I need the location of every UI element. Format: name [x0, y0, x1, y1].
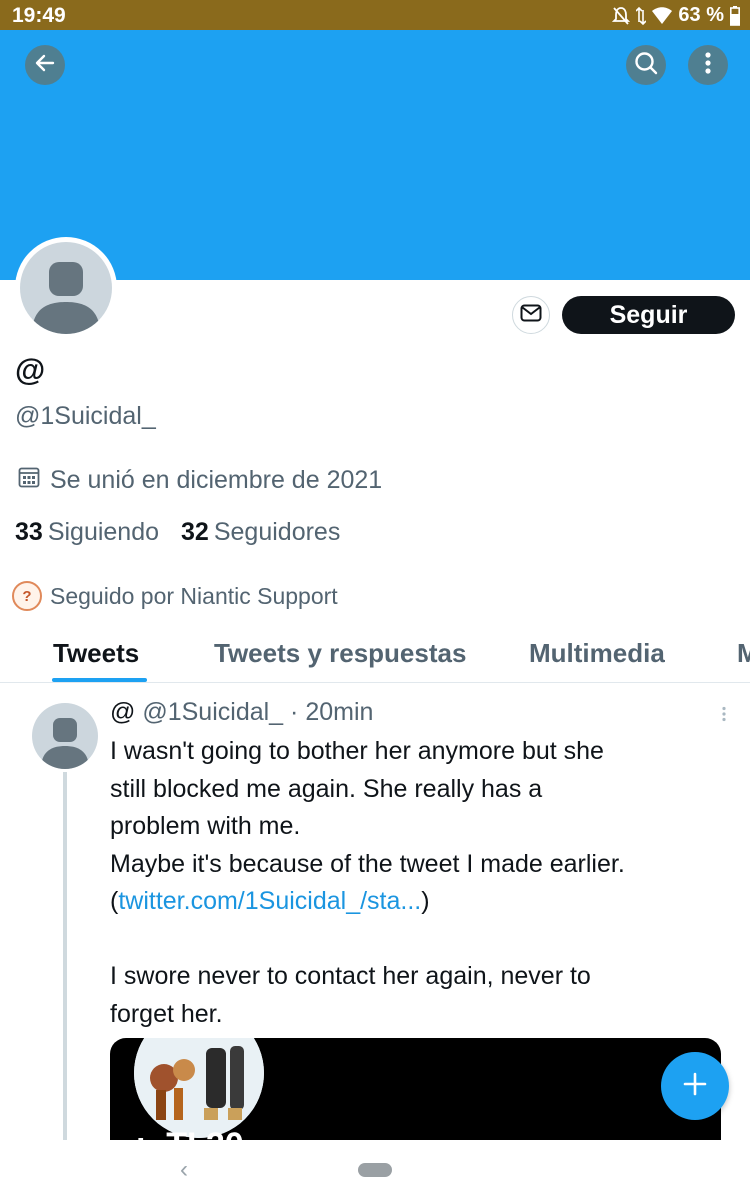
- tweet-time: 20min: [305, 698, 374, 726]
- default-avatar-icon: [41, 718, 89, 769]
- tweet-link-line: (twitter.com/1Suicidal_/sta...): [110, 883, 730, 921]
- system-nav-bar: ‹: [0, 1140, 750, 1200]
- tweet-separator: ·: [290, 698, 299, 726]
- tweet-link[interactable]: twitter.com/1Suicidal_/sta...: [118, 887, 421, 915]
- followed-by-text: Seguido por Niantic Support: [50, 582, 338, 609]
- compose-tweet-button[interactable]: [661, 1052, 729, 1120]
- followers-label: Seguidores: [213, 518, 341, 546]
- media-caption: ı· TI 20: [136, 1126, 244, 1140]
- battery-text: 63 %: [678, 4, 724, 26]
- message-button[interactable]: [512, 296, 550, 334]
- status-bar: 19:49 63 %: [0, 0, 750, 30]
- followers-count: 32: [181, 518, 209, 546]
- nav-back-button[interactable]: ‹: [180, 1156, 188, 1184]
- media-thumbnail-image: [134, 1038, 264, 1138]
- plus-icon: [682, 1071, 708, 1102]
- tab-tweets-replies[interactable]: Tweets y respuestas: [214, 638, 466, 669]
- status-icons: 63 %: [612, 4, 740, 27]
- status-time: 19:49: [12, 4, 66, 27]
- thread-line: [63, 772, 67, 1140]
- tweet-author[interactable]: @: [110, 698, 135, 726]
- more-vertical-icon: [721, 706, 727, 726]
- following-link[interactable]: 33 Siguiendo: [15, 518, 159, 547]
- followers-link[interactable]: 32 Seguidores: [181, 518, 340, 547]
- wifi-icon: [652, 6, 673, 25]
- profile-handle: @1Suicidal_: [15, 402, 156, 430]
- follower-avatar: ?: [12, 581, 42, 611]
- data-arrows-icon: [636, 6, 647, 26]
- follow-counts: 33 Siguiendo 32 Seguidores: [15, 518, 340, 547]
- tweet-text: I wasn't going to bother her anymore but…: [110, 733, 730, 1033]
- default-avatar-icon: [20, 242, 112, 334]
- more-vertical-icon: [704, 51, 712, 80]
- envelope-icon: [520, 304, 542, 327]
- tweet-avatar[interactable]: [32, 703, 98, 769]
- follow-button[interactable]: Seguir: [562, 296, 735, 334]
- profile-avatar[interactable]: [15, 237, 117, 339]
- calendar-icon: [18, 466, 40, 495]
- link-paren-close: ): [421, 887, 430, 915]
- tweet-line: I swore never to contact her again, neve…: [110, 962, 591, 990]
- battery-icon: [730, 5, 740, 26]
- following-count: 33: [15, 518, 43, 546]
- tweet-line: still blocked me again. She really has a: [110, 774, 543, 803]
- tweet-line: I wasn't going to bother her anymore but…: [110, 737, 604, 765]
- tab-tweets[interactable]: Tweets: [53, 638, 139, 669]
- tweet-menu-button[interactable]: [721, 706, 727, 727]
- tweet-line: Maybe it's because of the tweet I made e…: [110, 849, 625, 878]
- back-button[interactable]: [25, 45, 65, 85]
- display-name: @: [15, 352, 46, 387]
- followed-by[interactable]: ? Seguido por Niantic Support: [12, 581, 338, 611]
- tweet-media[interactable]: ı· TI 20: [110, 1038, 721, 1140]
- tab-media[interactable]: Multimedia: [529, 638, 665, 669]
- tweet-line: problem with me.: [110, 812, 301, 840]
- search-button[interactable]: [626, 45, 666, 85]
- tweet-header: @ @1Suicidal_ · 20min: [110, 698, 373, 727]
- nav-home-pill[interactable]: [358, 1163, 392, 1177]
- more-options-button[interactable]: [688, 45, 728, 85]
- join-date: Se unió en diciembre de 2021: [18, 466, 382, 495]
- following-label: Siguiendo: [47, 518, 160, 546]
- active-tab-indicator: [52, 678, 147, 682]
- profile-tabs: Tweets Tweets y respuestas Multimedia M: [0, 630, 750, 683]
- search-icon: [634, 51, 658, 80]
- tab-more[interactable]: M: [737, 638, 750, 669]
- tweet-line: forget her.: [110, 999, 223, 1028]
- mute-bell-icon: [612, 6, 631, 26]
- join-date-text: Se unió en diciembre de 2021: [50, 466, 383, 494]
- back-arrow-icon: [34, 52, 56, 79]
- tweet-handle[interactable]: @1Suicidal_: [142, 698, 283, 726]
